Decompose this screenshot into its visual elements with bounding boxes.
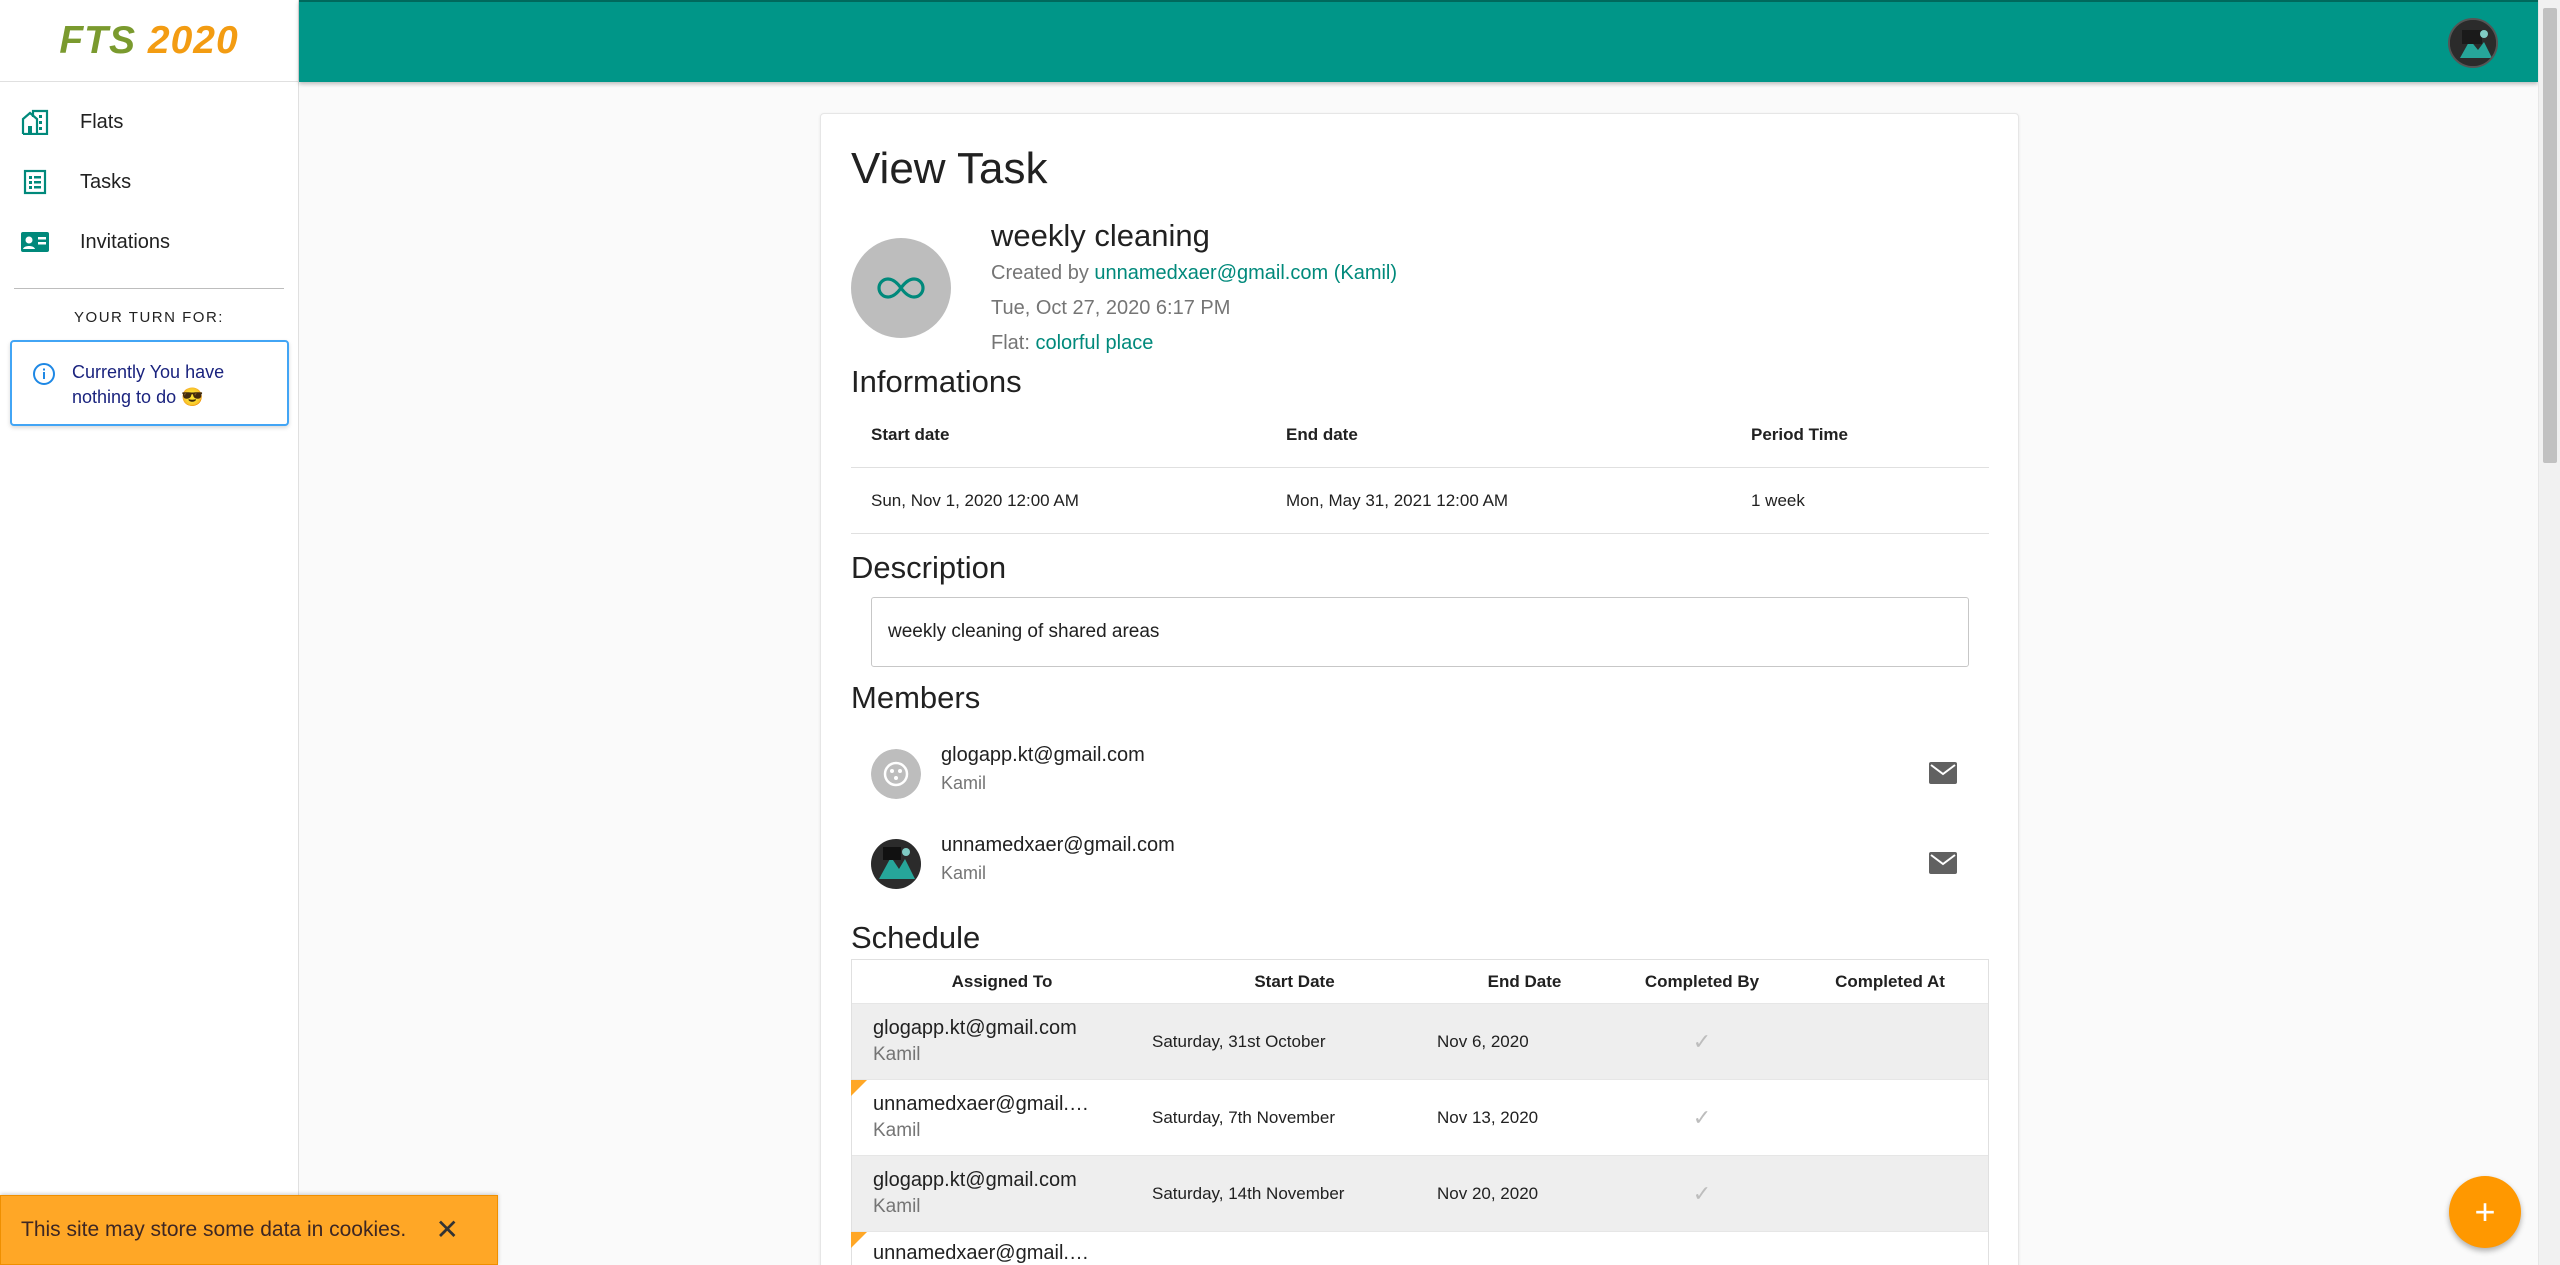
member-name: Kamil bbox=[941, 863, 987, 883]
building-icon bbox=[20, 109, 50, 135]
flat-info: Flat: colorful place bbox=[991, 332, 1153, 355]
sidebar-item-label: Invitations bbox=[80, 230, 171, 253]
infinity-icon bbox=[851, 238, 951, 338]
member-item: glogapp.kt@gmail.com Kamil bbox=[871, 738, 1971, 808]
view-task-card: View Task weekly cleaning Created by unn… bbox=[820, 113, 2019, 1265]
sidebar-divider bbox=[14, 288, 284, 289]
mail-icon[interactable] bbox=[1929, 852, 1957, 874]
user-avatar[interactable] bbox=[2448, 18, 2498, 68]
table-row: unnamedxaer@gmail.com bbox=[851, 1232, 1988, 1265]
end-date: Nov 13, 2020 bbox=[1437, 1107, 1539, 1127]
sidebar-item-invitations[interactable]: Invitations bbox=[0, 212, 298, 272]
schedule-table: Assigned To Start Date End Date Complete… bbox=[851, 959, 1989, 1265]
start-date: Saturday, 7th November bbox=[1152, 1107, 1335, 1127]
avatar bbox=[871, 749, 921, 799]
mail-icon[interactable] bbox=[1929, 762, 1957, 784]
assigned-email: glogapp.kt@gmail.com bbox=[873, 1169, 1077, 1191]
informations-heading: Informations bbox=[851, 364, 1022, 399]
end-date: Nov 6, 2020 bbox=[1437, 1031, 1529, 1051]
sidebar: FTS 2020 Flats Tasks Invitations YOUR TU… bbox=[0, 0, 299, 1265]
brand-part-1: FTS bbox=[59, 18, 137, 62]
member-name: Kamil bbox=[941, 773, 987, 793]
column-header: End Date bbox=[1487, 971, 1562, 991]
sidebar-item-label: Flats bbox=[80, 110, 124, 133]
member-email: unnamedxaer@gmail.com bbox=[941, 834, 1175, 856]
member-item: unnamedxaer@gmail.com Kamil bbox=[871, 828, 1971, 898]
description-text: weekly cleaning of shared areas bbox=[871, 597, 1969, 667]
created-by-label: Created by bbox=[991, 262, 1089, 284]
period-time-value: 1 week bbox=[1751, 490, 1805, 510]
column-header: Start Date bbox=[1254, 971, 1335, 991]
add-button[interactable]: + bbox=[2449, 1176, 2521, 1248]
table-header-row: Start date End date Period Time bbox=[851, 402, 1989, 468]
sidebar-item-label: Tasks bbox=[80, 170, 132, 193]
start-date-value: Sun, Nov 1, 2020 12:00 AM bbox=[871, 490, 1079, 510]
table-row: glogapp.kt@gmail.com Kamil Saturday, 31st… bbox=[852, 1004, 1988, 1080]
app-logo[interactable]: FTS 2020 bbox=[0, 0, 298, 82]
cookie-text: This site may store some data in cookies… bbox=[21, 1218, 407, 1241]
info-icon bbox=[33, 363, 55, 385]
sidebar-item-tasks[interactable]: Tasks bbox=[0, 152, 298, 212]
sidebar-item-flats[interactable]: Flats bbox=[0, 92, 298, 152]
app-header bbox=[299, 0, 2538, 82]
list-icon bbox=[20, 169, 50, 195]
column-header: Assigned To bbox=[951, 971, 1053, 991]
scrollbar[interactable] bbox=[2538, 0, 2560, 1265]
column-header: End date bbox=[1286, 424, 1358, 444]
check-icon: ✓ bbox=[1692, 1028, 1712, 1054]
close-icon[interactable]: ✕ bbox=[436, 1216, 459, 1244]
created-by: Created by unnamedxaer@gmail.com (Kamil) bbox=[991, 262, 1397, 285]
schedule-heading: Schedule bbox=[851, 920, 981, 955]
check-icon: ✓ bbox=[1692, 1104, 1712, 1130]
assigned-email: unnamedxaer@gmail.com bbox=[873, 1093, 1098, 1115]
your-turn-title: YOUR TURN FOR: bbox=[74, 309, 224, 326]
table-row: unnamedxaer@gmail.com Kamil Saturday, 7th… bbox=[851, 1080, 1988, 1156]
column-header: Completed At bbox=[1835, 971, 1945, 991]
page-title: View Task bbox=[851, 144, 1048, 193]
check-icon: ✓ bbox=[1692, 1180, 1712, 1206]
informations-table: Start date End date Period Time Sun, Nov… bbox=[851, 402, 1989, 534]
member-email: glogapp.kt@gmail.com bbox=[941, 744, 1145, 766]
assigned-email: unnamedxaer@gmail.com bbox=[873, 1242, 1098, 1264]
alert-text: Currently You have nothing to do 😎 bbox=[72, 362, 225, 407]
table-header-row: Assigned To Start Date End Date Complete… bbox=[852, 960, 1988, 1004]
assigned-name: Kamil bbox=[873, 1044, 921, 1065]
current-turn-marker bbox=[851, 1232, 867, 1248]
creator-link[interactable]: unnamedxaer@gmail.com (Kamil) bbox=[1094, 262, 1397, 284]
flat-link[interactable]: colorful place bbox=[1035, 332, 1153, 354]
column-header: Completed By bbox=[1644, 971, 1760, 991]
description-heading: Description bbox=[851, 550, 1007, 585]
column-header: Period Time bbox=[1751, 424, 1848, 444]
table-row: Sun, Nov 1, 2020 12:00 AM Mon, May 31, 2… bbox=[851, 468, 1989, 534]
created-at: Tue, Oct 27, 2020 6:17 PM bbox=[991, 297, 1231, 319]
end-date: Nov 20, 2020 bbox=[1437, 1183, 1539, 1203]
brand-part-2: 2020 bbox=[147, 18, 239, 62]
table-row: glogapp.kt@gmail.com Kamil Saturday, 14th… bbox=[852, 1156, 1988, 1232]
scrollbar-thumb[interactable] bbox=[2543, 8, 2557, 463]
start-date: Saturday, 31st October bbox=[1152, 1031, 1326, 1051]
assigned-email: glogapp.kt@gmail.com bbox=[873, 1017, 1077, 1039]
members-heading: Members bbox=[851, 680, 981, 715]
flat-label: Flat: bbox=[991, 332, 1030, 354]
end-date-value: Mon, May 31, 2021 12:00 AM bbox=[1286, 490, 1509, 510]
nothing-to-do-alert: Currently You have nothing to do 😎 bbox=[10, 340, 289, 426]
id-card-icon bbox=[20, 229, 50, 255]
avatar bbox=[871, 839, 921, 889]
start-date: Saturday, 14th November bbox=[1152, 1183, 1345, 1203]
column-header: Start date bbox=[871, 424, 950, 444]
task-name: weekly cleaning bbox=[991, 218, 1210, 253]
current-turn-marker bbox=[851, 1080, 867, 1096]
assigned-name: Kamil bbox=[873, 1196, 921, 1217]
assigned-name: Kamil bbox=[873, 1120, 921, 1141]
cookie-banner: This site may store some data in cookies… bbox=[0, 1195, 498, 1265]
